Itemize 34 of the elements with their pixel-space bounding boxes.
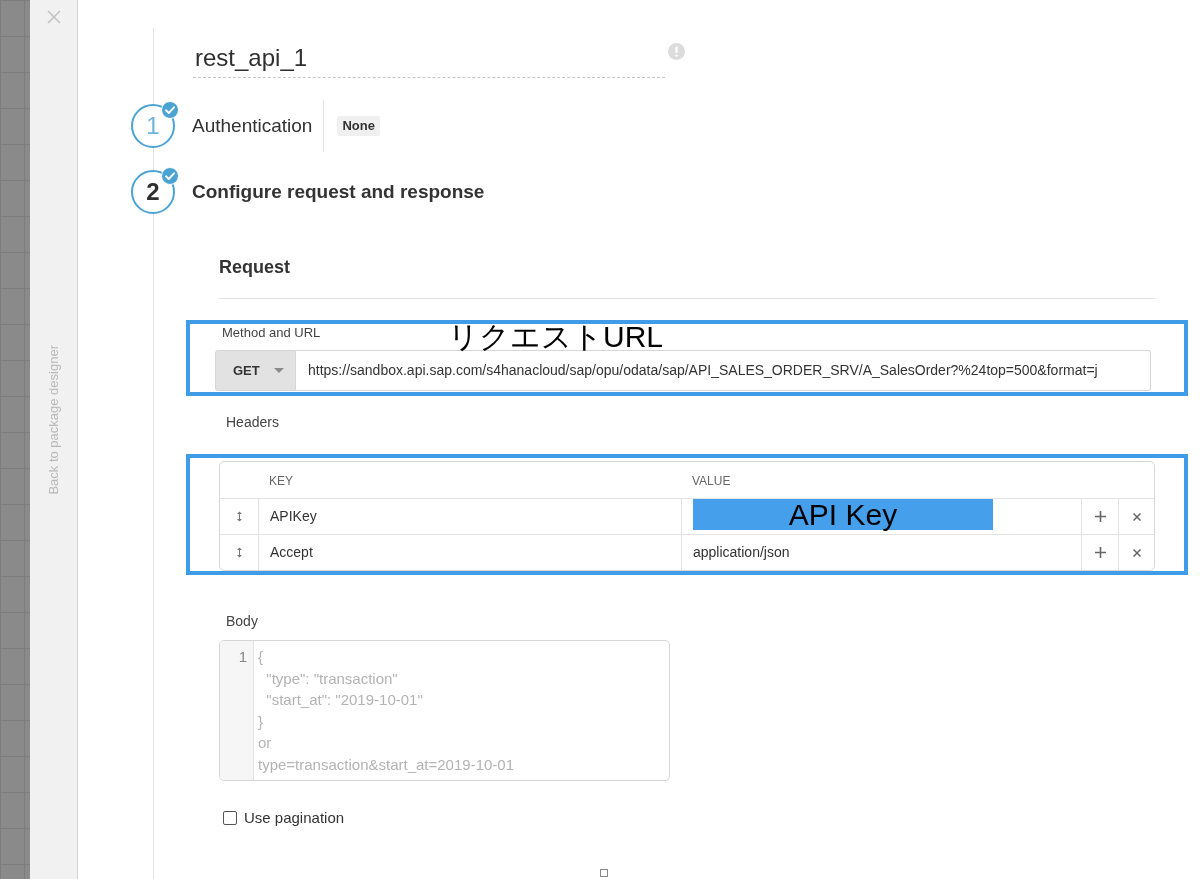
method-dropdown[interactable]: GET — [215, 350, 296, 391]
line-number: 1 — [237, 647, 247, 667]
up-down-arrow-icon[interactable] — [235, 547, 243, 558]
column-header: KEY — [269, 474, 293, 488]
section-heading: Request — [219, 256, 290, 279]
plus-icon — [1094, 547, 1106, 558]
checkbox-label: Use pagination — [244, 809, 345, 827]
small-square-icon — [600, 869, 608, 877]
column-header: VALUE — [692, 474, 731, 488]
masked-value-label: API Key — [693, 499, 993, 530]
table-cell-text: application/json — [692, 543, 790, 562]
step-indicator: 2 — [131, 170, 175, 214]
close-icon — [46, 10, 61, 24]
close-button[interactable] — [45, 9, 62, 25]
table-cell: APIKey — [258, 499, 681, 534]
close-icon — [1132, 548, 1141, 557]
plus-icon — [1094, 511, 1106, 522]
exclamation-icon — [668, 42, 685, 60]
url-field[interactable]: https://sandbox.api.sap.com/s4hanacloud/sap/opu/odata/sap/API_SALES_ORDER_SRV/A_SalesOrder?%24top=500&format=j — [296, 350, 1151, 391]
table-cell: Accept — [258, 535, 681, 570]
up-down-arrow-icon[interactable] — [235, 511, 243, 522]
name-field[interactable]: rest_api_1 — [193, 42, 665, 78]
auth-method-value: None — [337, 116, 380, 136]
step-indicator: 1 — [131, 104, 175, 148]
body-editor[interactable]: 1 { "type": "transaction" "start_at": "2019-10-01" } or type=transaction&start_at=2019-10-01 — [219, 640, 670, 781]
caret-icon — [273, 368, 284, 373]
step-label: Configure request and response — [192, 180, 485, 204]
field-label: Body — [226, 612, 258, 630]
field-label: Method and URL — [222, 325, 321, 341]
field-label: Headers — [226, 413, 279, 431]
close-icon — [1132, 512, 1141, 521]
pagination-checkbox[interactable] — [223, 811, 237, 825]
step-label[interactable]: Authentication — [192, 114, 313, 138]
placeholder-text: { "type": "transaction" "start_at": "2019-10-01" } or type=transaction&start_at=2019-10-01 — [257, 647, 514, 775]
